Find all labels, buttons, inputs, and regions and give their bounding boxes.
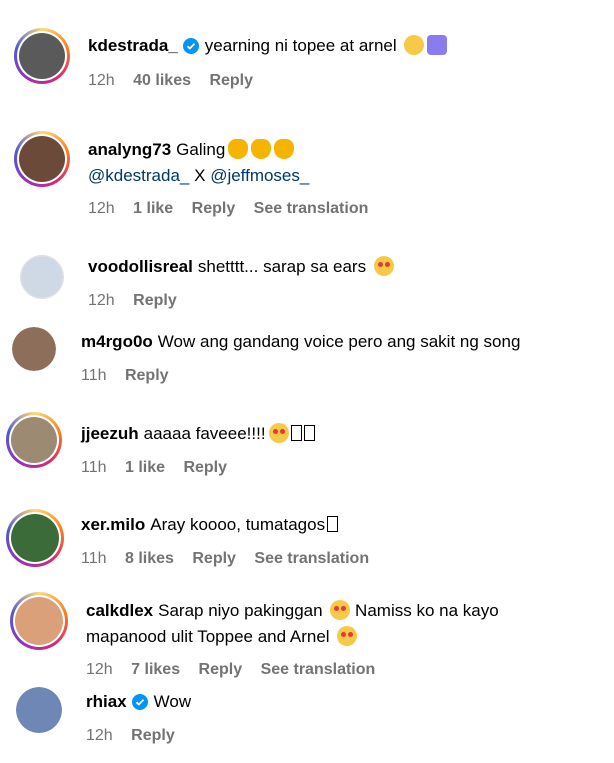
timestamp: 12h [86, 727, 113, 744]
separator-text: X [194, 166, 206, 185]
avatar[interactable] [6, 412, 62, 468]
username[interactable]: kdestrada_ [88, 36, 178, 55]
clapping-hands-icon [228, 139, 249, 159]
comment-text: Aray koooo, tumatagos [150, 515, 326, 534]
heart-eyes-icon [330, 600, 351, 620]
reply-button[interactable]: Reply [192, 550, 236, 567]
username[interactable]: m4rgo0o [81, 332, 153, 351]
comment-text: shetttt... sarap sa ears [197, 257, 367, 276]
avatar[interactable] [12, 327, 56, 371]
clapping-hands-icon [251, 139, 272, 159]
timestamp: 12h [88, 292, 115, 309]
verified-badge-icon [182, 38, 199, 54]
comment-text: aaaaa faveee!!!! [143, 424, 266, 443]
likes-count[interactable]: 1 like [125, 459, 165, 476]
avatar[interactable] [14, 28, 70, 84]
mention-link[interactable]: @jeffmoses_ [210, 166, 309, 185]
timestamp: 11h [81, 367, 107, 384]
username[interactable]: xer.milo [81, 515, 145, 534]
avatar[interactable] [20, 255, 64, 299]
username[interactable]: jjeezuh [81, 424, 139, 443]
missing-glyph-icon [327, 516, 339, 532]
missing-glyph-icon [290, 425, 302, 441]
avatar[interactable] [6, 509, 64, 567]
reply-button[interactable]: Reply [133, 292, 177, 309]
timestamp: 11h [81, 459, 107, 476]
heart-eyes-icon [337, 626, 358, 646]
reply-button[interactable]: Reply [125, 367, 169, 384]
reply-button[interactable]: Reply [209, 72, 253, 89]
reply-button[interactable]: Reply [199, 661, 243, 678]
timestamp: 12h [86, 661, 113, 678]
username[interactable]: voodollisreal [88, 257, 193, 276]
timestamp: 11h [81, 550, 107, 567]
comment-text-line2: mapanood ulit Toppee and Arnel [86, 627, 330, 646]
clapping-hands-icon [274, 139, 295, 159]
likes-count[interactable]: 40 likes [133, 72, 191, 89]
see-translation-button[interactable]: See translation [254, 200, 369, 217]
likes-count[interactable]: 1 like [133, 200, 173, 217]
avatar[interactable] [16, 687, 62, 733]
comment-text: Sarap niyo pakinggan [158, 601, 323, 620]
avatar[interactable] [10, 592, 68, 650]
reply-button[interactable]: Reply [192, 200, 236, 217]
reply-button[interactable]: Reply [131, 727, 175, 744]
comment-text: Wow ang gandang voice pero ang sakit ng … [157, 332, 521, 351]
likes-count[interactable]: 7 likes [131, 661, 180, 678]
see-translation-button[interactable]: See translation [254, 550, 369, 567]
heart-eyes-icon [268, 423, 289, 443]
weary-face-icon [404, 35, 425, 55]
comment-text-continued: Namiss ko na kayo [355, 601, 499, 620]
avatar[interactable] [14, 131, 70, 187]
comment-text: Galing [176, 140, 226, 159]
username[interactable]: calkdlex [86, 601, 153, 620]
timestamp: 12h [88, 200, 115, 217]
username[interactable]: rhiax [86, 692, 127, 711]
likes-count[interactable]: 8 likes [125, 550, 174, 567]
verified-badge-icon [131, 694, 148, 710]
timestamp: 12h [88, 72, 115, 89]
see-translation-button[interactable]: See translation [261, 661, 376, 678]
music-notes-icon [427, 35, 448, 55]
smiling-face-with-hearts-icon [373, 256, 394, 276]
mention-link[interactable]: @kdestrada_ [88, 166, 189, 185]
comment-text: Wow [153, 692, 192, 711]
username[interactable]: analyng73 [88, 140, 171, 159]
reply-button[interactable]: Reply [183, 459, 227, 476]
missing-glyph-icon [303, 425, 315, 441]
comment-text: yearning ni topee at arnel [204, 36, 397, 55]
